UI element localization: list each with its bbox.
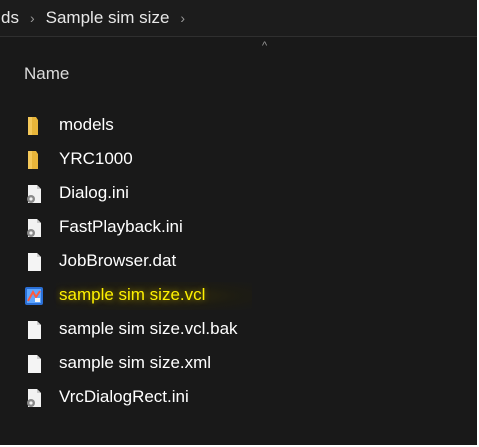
breadcrumb-item-parent[interactable]: ds (0, 8, 21, 28)
list-item[interactable]: sample sim size.xml (0, 347, 477, 381)
file-name: sample sim size.vcl (59, 285, 206, 304)
folder-icon (24, 150, 44, 170)
file-list: models YRC1000 Dialog.ini FastPlayback.i… (0, 109, 477, 415)
list-item[interactable]: VrcDialogRect.ini (0, 381, 477, 415)
blank-file-icon (24, 354, 44, 374)
list-item[interactable]: YRC1000 (0, 143, 477, 177)
breadcrumb-item-current[interactable]: Sample sim size (44, 8, 172, 28)
config-file-icon (24, 388, 44, 408)
file-explorer-window: ds › Sample sim size › ^ Name models YRC… (0, 0, 479, 447)
config-file-icon (24, 184, 44, 204)
vcl-app-file-icon (24, 286, 44, 306)
chevron-right-icon[interactable]: › (180, 10, 185, 26)
config-file-icon (24, 218, 44, 238)
list-item[interactable]: models (0, 109, 477, 143)
list-item[interactable]: JobBrowser.dat (0, 245, 477, 279)
list-item[interactable]: FastPlayback.ini (0, 211, 477, 245)
file-name: Dialog.ini (59, 183, 129, 202)
column-header-label: Name (24, 64, 70, 83)
sort-ascending-icon: ^ (262, 40, 268, 52)
column-header-name[interactable]: ^ Name (0, 37, 477, 103)
folder-icon (24, 116, 44, 136)
blank-file-icon (24, 320, 44, 340)
list-item[interactable]: sample sim size.vcl.bak (0, 313, 477, 347)
breadcrumb[interactable]: ds › Sample sim size › (0, 0, 477, 36)
list-item[interactable]: sample sim size.vcl (0, 279, 477, 313)
file-name: YRC1000 (59, 149, 133, 168)
file-name: FastPlayback.ini (59, 217, 183, 236)
file-name: sample sim size.xml (59, 353, 212, 372)
file-name: models (59, 115, 114, 134)
list-item[interactable]: Dialog.ini (0, 177, 477, 211)
file-name: JobBrowser.dat (59, 251, 177, 270)
chevron-right-icon[interactable]: › (30, 10, 35, 26)
blank-file-icon (24, 252, 44, 272)
file-name: sample sim size.vcl.bak (59, 319, 238, 338)
file-name: VrcDialogRect.ini (59, 387, 189, 406)
